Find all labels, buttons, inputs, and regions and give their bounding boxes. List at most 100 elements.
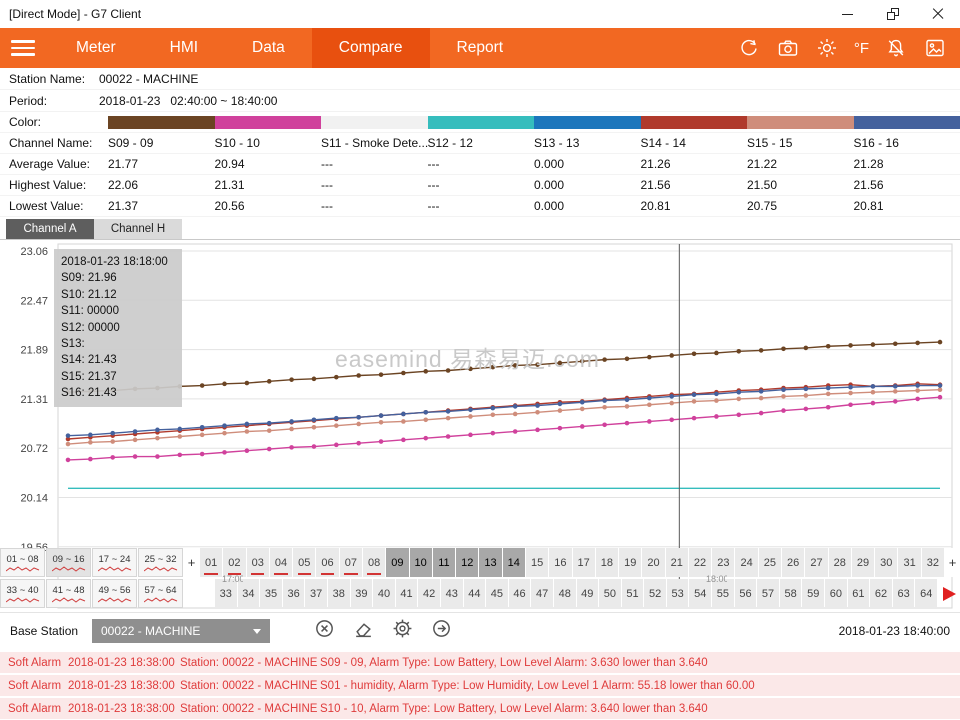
channel-number-64[interactable]: 64 — [915, 579, 937, 608]
channel-number-09[interactable]: 09 — [386, 548, 408, 577]
alarm-row[interactable]: Soft Alarm2018-01-23 18:38:00Station: 00… — [0, 698, 960, 719]
nav-item-data[interactable]: Data — [225, 28, 312, 68]
channel-number-07[interactable]: 07 — [340, 548, 362, 577]
channel-number-27[interactable]: 27 — [805, 548, 827, 577]
channel-group-tab[interactable]: 57 ~ 64 — [138, 579, 183, 608]
channel-group-tab[interactable]: 17 ~ 24 — [92, 548, 137, 577]
channel-number-11[interactable]: 11 — [433, 548, 455, 577]
channel-number-41[interactable]: 41 — [396, 579, 418, 608]
image-icon[interactable] — [923, 36, 947, 60]
base-station-dropdown[interactable]: 00022 - MACHINE — [92, 619, 270, 643]
channel-number-26[interactable]: 26 — [782, 548, 804, 577]
channel-number-36[interactable]: 36 — [283, 579, 305, 608]
channel-number-06[interactable]: 06 — [316, 548, 338, 577]
channel-number-02[interactable]: 02 — [223, 548, 245, 577]
tab-channel-h[interactable]: Channel H — [94, 219, 182, 239]
channel-number-31[interactable]: 31 — [898, 548, 920, 577]
channel-number-57[interactable]: 57 — [757, 579, 779, 608]
channel-number-49[interactable]: 49 — [577, 579, 599, 608]
channel-number-42[interactable]: 42 — [418, 579, 440, 608]
gear-icon[interactable] — [392, 618, 413, 644]
channel-number-51[interactable]: 51 — [622, 579, 644, 608]
add-channel-button[interactable]: + — [945, 548, 960, 577]
channel-number-10[interactable]: 10 — [410, 548, 432, 577]
camera-icon[interactable] — [776, 36, 800, 60]
channel-number-46[interactable]: 46 — [509, 579, 531, 608]
channel-number-03[interactable]: 03 — [247, 548, 269, 577]
alarm-row[interactable]: Soft Alarm2018-01-23 18:38:00Station: 00… — [0, 652, 960, 673]
channel-number-15[interactable]: 15 — [526, 548, 548, 577]
channel-number-56[interactable]: 56 — [735, 579, 757, 608]
hamburger-menu-icon[interactable] — [11, 40, 35, 56]
channel-number-58[interactable]: 58 — [780, 579, 802, 608]
minimize-button[interactable] — [825, 0, 870, 28]
channel-number-12[interactable]: 12 — [456, 548, 478, 577]
nav-item-report[interactable]: Report — [430, 28, 531, 68]
channel-number-60[interactable]: 60 — [825, 579, 847, 608]
channel-number-38[interactable]: 38 — [328, 579, 350, 608]
channel-number-08[interactable]: 08 — [363, 548, 385, 577]
channel-number-32[interactable]: 32 — [922, 548, 944, 577]
channel-number-45[interactable]: 45 — [486, 579, 508, 608]
channel-number-14[interactable]: 14 — [503, 548, 525, 577]
channel-number-16[interactable]: 16 — [549, 548, 571, 577]
channel-number-21[interactable]: 21 — [666, 548, 688, 577]
chart-area[interactable]: 23.0622.4721.8921.3120.7220.1419.56 ease… — [0, 239, 960, 613]
channel-number-39[interactable]: 39 — [351, 579, 373, 608]
channel-number-43[interactable]: 43 — [441, 579, 463, 608]
channel-number-29[interactable]: 29 — [852, 548, 874, 577]
channel-number-13[interactable]: 13 — [479, 548, 501, 577]
cancel-circle-icon[interactable] — [314, 618, 335, 644]
channel-number-01[interactable]: 01 — [200, 548, 222, 577]
go-arrow-icon[interactable] — [431, 618, 452, 644]
channel-number-44[interactable]: 44 — [464, 579, 486, 608]
brightness-icon[interactable] — [815, 36, 839, 60]
channel-number-61[interactable]: 61 — [848, 579, 870, 608]
channel-number-52[interactable]: 52 — [644, 579, 666, 608]
channel-number-37[interactable]: 37 — [305, 579, 327, 608]
alarm-row[interactable]: Soft Alarm2018-01-23 18:38:00Station: 00… — [0, 675, 960, 696]
channel-avg: --- — [428, 154, 535, 175]
channel-group-tab[interactable]: 41 ~ 48 — [46, 579, 91, 608]
add-channel-button[interactable]: + — [184, 548, 199, 577]
nav-item-compare[interactable]: Compare — [312, 28, 430, 68]
scroll-right-arrow[interactable] — [938, 579, 960, 608]
channel-group-tab[interactable]: 33 ~ 40 — [0, 579, 45, 608]
channel-number-47[interactable]: 47 — [531, 579, 553, 608]
refresh-icon[interactable] — [737, 36, 761, 60]
restore-button[interactable] — [870, 0, 915, 28]
channel-number-24[interactable]: 24 — [735, 548, 757, 577]
channel-number-30[interactable]: 30 — [875, 548, 897, 577]
channel-number-05[interactable]: 05 — [293, 548, 315, 577]
channel-number-50[interactable]: 50 — [599, 579, 621, 608]
channel-number-63[interactable]: 63 — [893, 579, 915, 608]
fahrenheit-toggle[interactable]: °F — [854, 36, 869, 60]
channel-number-59[interactable]: 59 — [802, 579, 824, 608]
channel-number-40[interactable]: 40 — [373, 579, 395, 608]
channel-number-22[interactable]: 22 — [689, 548, 711, 577]
channel-group-tab[interactable]: 49 ~ 56 — [92, 579, 137, 608]
channel-number-25[interactable]: 25 — [759, 548, 781, 577]
nav-item-meter[interactable]: Meter — [49, 28, 143, 68]
channel-number-23[interactable]: 23 — [712, 548, 734, 577]
channel-number-28[interactable]: 28 — [829, 548, 851, 577]
channel-group-tab[interactable]: 25 ~ 32 — [138, 548, 183, 577]
eraser-icon[interactable] — [353, 618, 374, 644]
channel-number-35[interactable]: 35 — [260, 579, 282, 608]
nav-item-hmi[interactable]: HMI — [143, 28, 225, 68]
channel-number-04[interactable]: 04 — [270, 548, 292, 577]
tab-channel-a[interactable]: Channel A — [6, 219, 94, 239]
channel-number-19[interactable]: 19 — [619, 548, 641, 577]
channel-number-48[interactable]: 48 — [554, 579, 576, 608]
svg-text:22.47: 22.47 — [20, 295, 48, 307]
channel-number-18[interactable]: 18 — [596, 548, 618, 577]
channel-number-53[interactable]: 53 — [667, 579, 689, 608]
channel-number-20[interactable]: 20 — [642, 548, 664, 577]
channel-number-17[interactable]: 17 — [573, 548, 595, 577]
alarm-bell-icon[interactable] — [884, 36, 908, 60]
channel-group-tab[interactable]: 09 ~ 16 — [46, 548, 91, 577]
group-sparkline-icon — [98, 566, 132, 572]
close-button[interactable] — [915, 0, 960, 28]
channel-number-62[interactable]: 62 — [870, 579, 892, 608]
channel-group-tab[interactable]: 01 ~ 08 — [0, 548, 45, 577]
